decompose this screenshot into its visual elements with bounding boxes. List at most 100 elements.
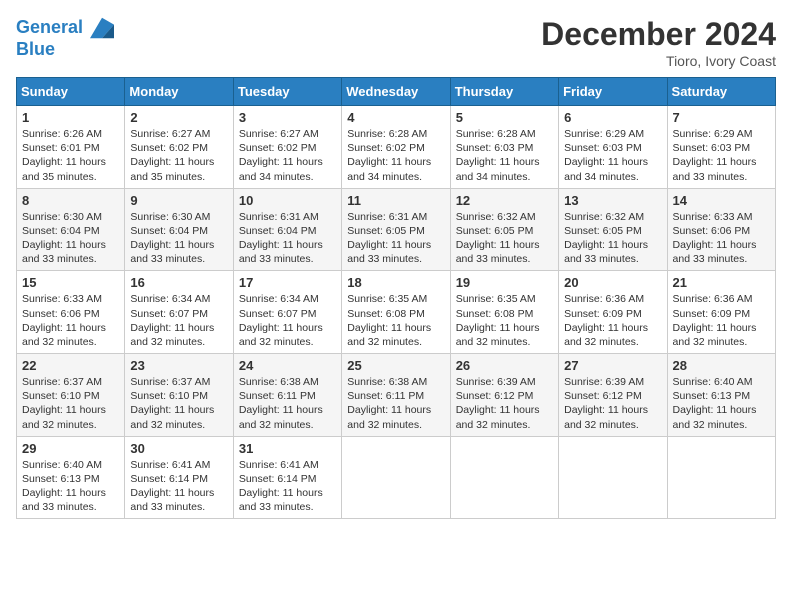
calendar-day-8: 8Sunrise: 6:30 AM Sunset: 6:04 PM Daylig… [17,188,125,271]
day-number: 1 [22,110,119,125]
day-info: Sunrise: 6:36 AM Sunset: 6:09 PM Dayligh… [673,292,770,349]
day-number: 2 [130,110,227,125]
day-info: Sunrise: 6:28 AM Sunset: 6:03 PM Dayligh… [456,127,553,184]
day-number: 26 [456,358,553,373]
day-info: Sunrise: 6:30 AM Sunset: 6:04 PM Dayligh… [130,210,227,267]
day-info: Sunrise: 6:37 AM Sunset: 6:10 PM Dayligh… [130,375,227,432]
day-number: 20 [564,275,661,290]
calendar-day-21: 21 Sunrise: 6:36 AM Sunset: 6:09 PM Dayli… [667,271,775,354]
calendar-day-4: 4 Sunrise: 6:28 AM Sunset: 6:02 PM Daylig… [342,106,450,189]
weekday-header-saturday: Saturday [667,78,775,106]
day-number: 19 [456,275,553,290]
calendar-week-2: 8 Sunrise: 6:30 AM Sunset: 6:04 PM Daylig… [17,188,776,271]
calendar-day-24: 24 Sunrise: 6:38 AM Sunset: 6:11 PM Dayli… [233,354,341,437]
day-number: 22 [22,358,119,373]
day-number: 18 [347,275,444,290]
calendar-day-7: 7 Sunrise: 6:29 AM Sunset: 6:03 PM Daylig… [667,106,775,189]
day-info: Sunrise: 6:31 AM Sunset: 6:05 PM Dayligh… [347,210,444,267]
day-number: 11 [347,193,444,208]
day-info: Sunrise: 6:27 AM Sunset: 6:02 PM Dayligh… [239,127,336,184]
calendar-day-9: 9Sunrise: 6:30 AM Sunset: 6:04 PM Daylig… [125,188,233,271]
day-info: Sunrise: 6:34 AM Sunset: 6:07 PM Dayligh… [239,292,336,349]
calendar-day-18: 18 Sunrise: 6:35 AM Sunset: 6:08 PM Dayli… [342,271,450,354]
empty-cell [559,436,667,519]
day-info: Sunrise: 6:32 AM Sunset: 6:05 PM Dayligh… [564,210,661,267]
day-info: Sunrise: 6:27 AM Sunset: 6:02 PM Dayligh… [130,127,227,184]
calendar-day-1: 1 Sunrise: 6:26 AM Sunset: 6:01 PM Daylig… [17,106,125,189]
month-title: December 2024 [541,16,776,53]
logo-icon [90,16,114,40]
calendar-day-13: 13 Sunrise: 6:32 AM Sunset: 6:05 PM Dayli… [559,188,667,271]
weekday-header-tuesday: Tuesday [233,78,341,106]
calendar-day-17: 17 Sunrise: 6:34 AM Sunset: 6:07 PM Dayli… [233,271,341,354]
page-header: General Blue December 2024 Tioro, Ivory … [16,16,776,69]
calendar-day-22: 22 Sunrise: 6:37 AM Sunset: 6:10 PM Dayli… [17,354,125,437]
weekday-header-wednesday: Wednesday [342,78,450,106]
calendar-day-20: 20Sunrise: 6:36 AM Sunset: 6:09 PM Dayli… [559,271,667,354]
day-number: 28 [673,358,770,373]
day-number: 15 [22,275,119,290]
day-info: Sunrise: 6:32 AM Sunset: 6:05 PM Dayligh… [456,210,553,267]
day-info: Sunrise: 6:38 AM Sunset: 6:11 PM Dayligh… [347,375,444,432]
day-info: Sunrise: 6:31 AM Sunset: 6:04 PM Dayligh… [239,210,336,267]
day-info: Sunrise: 6:39 AM Sunset: 6:12 PM Dayligh… [456,375,553,432]
calendar-week-1: 1 Sunrise: 6:26 AM Sunset: 6:01 PM Daylig… [17,106,776,189]
day-info: Sunrise: 6:40 AM Sunset: 6:13 PM Dayligh… [673,375,770,432]
weekday-header-sunday: Sunday [17,78,125,106]
day-info: Sunrise: 6:35 AM Sunset: 6:08 PM Dayligh… [456,292,553,349]
day-number: 13 [564,193,661,208]
location: Tioro, Ivory Coast [541,53,776,69]
day-info: Sunrise: 6:34 AM Sunset: 6:07 PM Dayligh… [130,292,227,349]
day-info: Sunrise: 6:41 AM Sunset: 6:14 PM Dayligh… [239,458,336,515]
calendar-day-16: 16Sunrise: 6:34 AM Sunset: 6:07 PM Dayli… [125,271,233,354]
day-info: Sunrise: 6:40 AM Sunset: 6:13 PM Dayligh… [22,458,119,515]
calendar-day-30: 30Sunrise: 6:41 AM Sunset: 6:14 PM Dayli… [125,436,233,519]
calendar-day-11: 11 Sunrise: 6:31 AM Sunset: 6:05 PM Dayli… [342,188,450,271]
day-number: 31 [239,441,336,456]
calendar-week-3: 15Sunrise: 6:33 AM Sunset: 6:06 PM Dayli… [17,271,776,354]
calendar-body: 1 Sunrise: 6:26 AM Sunset: 6:01 PM Daylig… [17,106,776,519]
logo-blue: Blue [16,39,55,59]
day-number: 30 [130,441,227,456]
calendar-day-28: 28 Sunrise: 6:40 AM Sunset: 6:13 PM Dayli… [667,354,775,437]
empty-cell [450,436,558,519]
day-number: 21 [673,275,770,290]
day-number: 23 [130,358,227,373]
day-info: Sunrise: 6:29 AM Sunset: 6:03 PM Dayligh… [564,127,661,184]
calendar-week-4: 22 Sunrise: 6:37 AM Sunset: 6:10 PM Dayli… [17,354,776,437]
day-info: Sunrise: 6:33 AM Sunset: 6:06 PM Dayligh… [673,210,770,267]
empty-cell [342,436,450,519]
logo-general: General [16,17,83,37]
day-number: 8 [22,193,119,208]
calendar-day-25: 25 Sunrise: 6:38 AM Sunset: 6:11 PM Dayli… [342,354,450,437]
day-number: 4 [347,110,444,125]
calendar-day-19: 19 Sunrise: 6:35 AM Sunset: 6:08 PM Dayli… [450,271,558,354]
day-info: Sunrise: 6:39 AM Sunset: 6:12 PM Dayligh… [564,375,661,432]
day-number: 14 [673,193,770,208]
calendar-day-6: 6Sunrise: 6:29 AM Sunset: 6:03 PM Daylig… [559,106,667,189]
empty-cell [667,436,775,519]
calendar-day-31: 31 Sunrise: 6:41 AM Sunset: 6:14 PM Dayli… [233,436,341,519]
day-info: Sunrise: 6:28 AM Sunset: 6:02 PM Dayligh… [347,127,444,184]
day-info: Sunrise: 6:29 AM Sunset: 6:03 PM Dayligh… [673,127,770,184]
day-number: 25 [347,358,444,373]
day-number: 24 [239,358,336,373]
weekday-header-thursday: Thursday [450,78,558,106]
weekday-header-monday: Monday [125,78,233,106]
day-info: Sunrise: 6:35 AM Sunset: 6:08 PM Dayligh… [347,292,444,349]
calendar-day-15: 15Sunrise: 6:33 AM Sunset: 6:06 PM Dayli… [17,271,125,354]
calendar-header-row: SundayMondayTuesdayWednesdayThursdayFrid… [17,78,776,106]
day-number: 27 [564,358,661,373]
day-info: Sunrise: 6:37 AM Sunset: 6:10 PM Dayligh… [22,375,119,432]
logo: General Blue [16,16,114,60]
calendar-day-5: 5 Sunrise: 6:28 AM Sunset: 6:03 PM Daylig… [450,106,558,189]
calendar-day-3: 3Sunrise: 6:27 AM Sunset: 6:02 PM Daylig… [233,106,341,189]
calendar-day-12: 12Sunrise: 6:32 AM Sunset: 6:05 PM Dayli… [450,188,558,271]
calendar-day-27: 27 Sunrise: 6:39 AM Sunset: 6:12 PM Dayli… [559,354,667,437]
day-info: Sunrise: 6:38 AM Sunset: 6:11 PM Dayligh… [239,375,336,432]
day-info: Sunrise: 6:26 AM Sunset: 6:01 PM Dayligh… [22,127,119,184]
day-number: 7 [673,110,770,125]
day-number: 29 [22,441,119,456]
day-number: 17 [239,275,336,290]
day-number: 5 [456,110,553,125]
